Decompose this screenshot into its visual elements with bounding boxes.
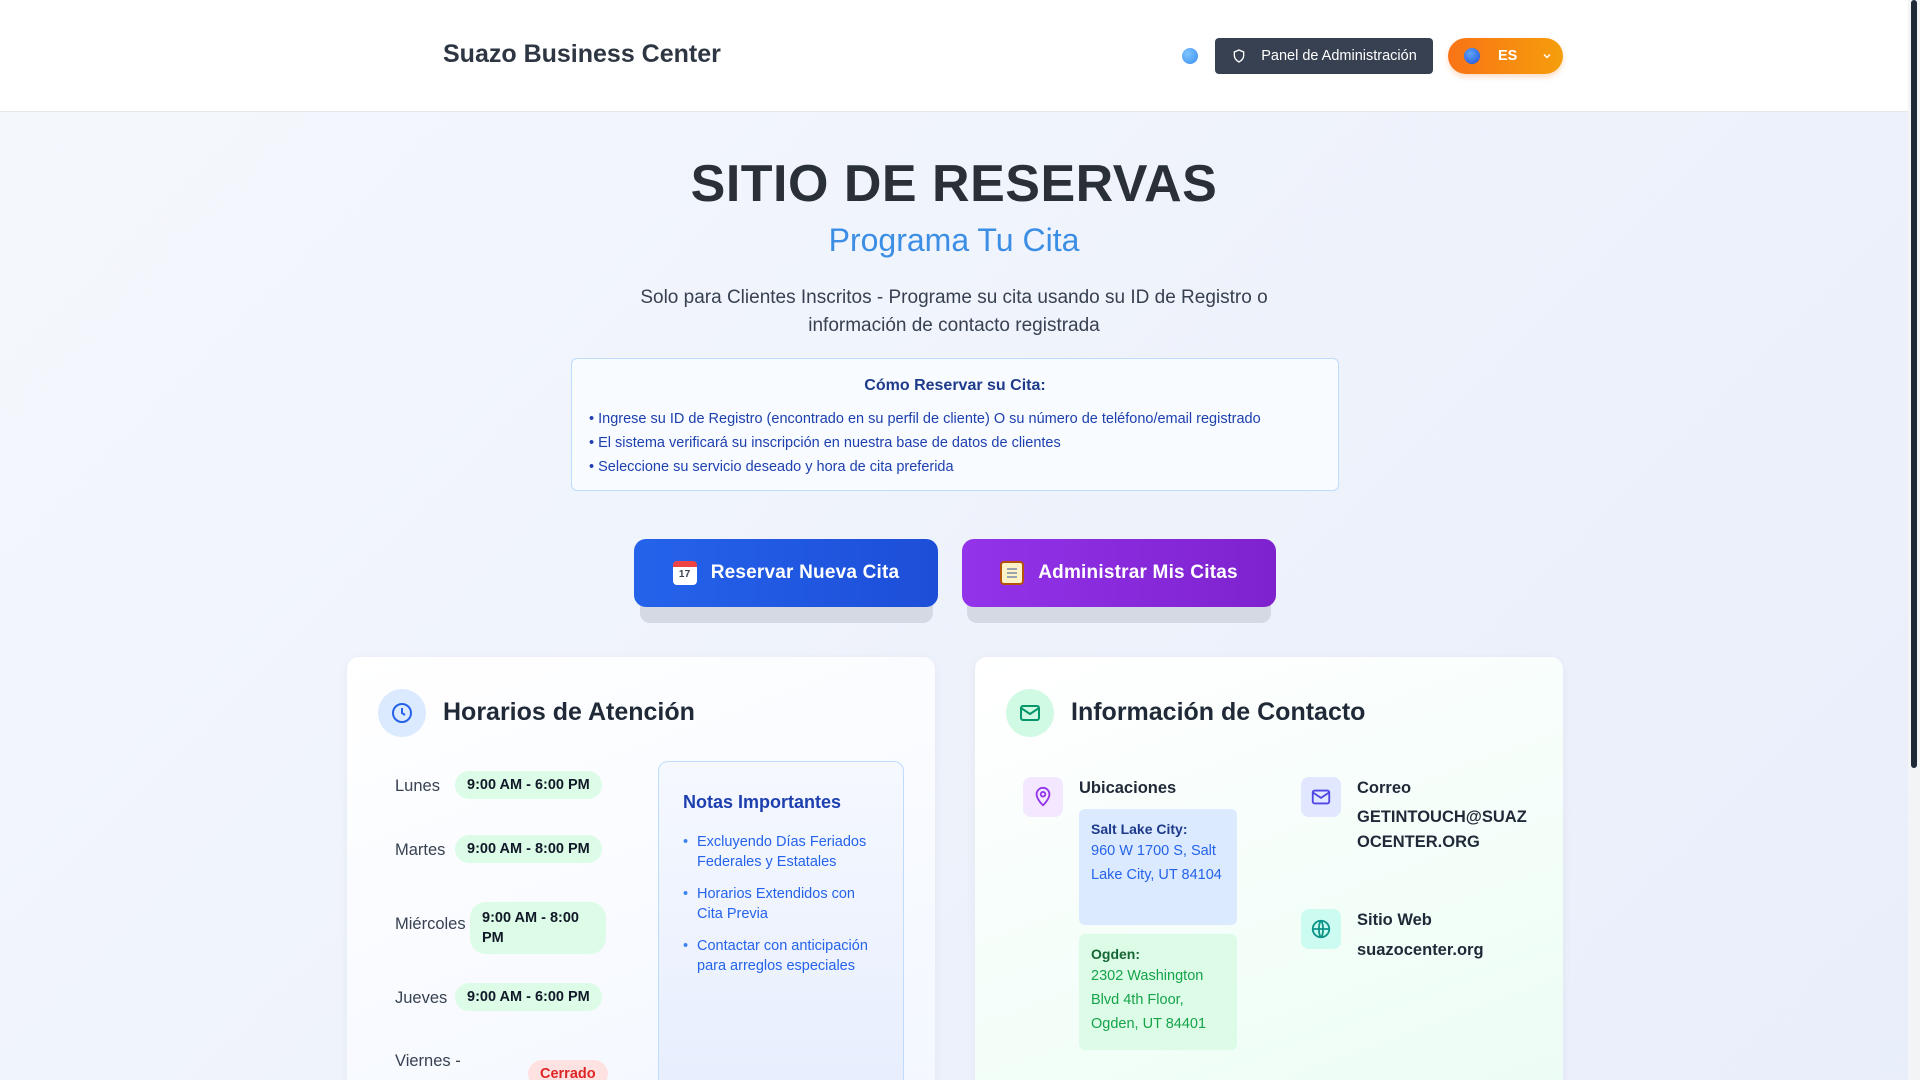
globe-icon [1464,48,1480,64]
email-link[interactable]: GETINTOUCH@SUAZOCENTER.ORG [1357,805,1527,855]
manage-button-label: Administrar Mis Citas [1038,562,1238,583]
location-salt-lake-city: Salt Lake City: 960 W 1700 S, Salt Lake … [1079,809,1237,925]
chevron-down-icon [1543,53,1551,59]
how-to-title: Cómo Reservar su Cita: [864,377,1046,394]
location-name: Ogden: [1091,946,1140,962]
reserve-button-label: Reservar Nueva Cita [710,562,900,583]
calendar-icon [672,561,697,585]
hours-day: Miércoles [395,915,466,933]
location-address: 960 W 1700 S, Salt Lake City, UT 84104 [1091,843,1222,883]
hours-closed-badge: Cerrado [528,1060,608,1080]
note-item: Contactar con anticipación para arreglos… [683,936,883,976]
how-to-book-box: Cómo Reservar su Cita: Ingrese su ID de … [571,358,1339,491]
page-description: Solo para Clientes Inscritos - Programe … [640,287,1268,336]
hours-time: 9:00 AM - 8:00 PM [455,835,602,863]
notes-title: Notas Importantes [683,792,842,812]
notes-list: Excluyendo Días Feriados Federales y Est… [683,832,883,988]
theme-toggle-icon[interactable] [1182,48,1198,64]
reserve-appointment-button[interactable]: Reservar Nueva Cita [634,539,938,607]
hours-time: 9:00 AM - 6:00 PM [455,983,602,1011]
hours-time: 9:00 AM - 6:00 PM [455,771,602,799]
contact-info-card: Información de Contacto Ubicaciones Salt… [975,657,1563,1080]
admin-panel-button[interactable]: Panel de Administración [1215,38,1433,74]
hours-day: Viernes - [395,1052,461,1070]
page-subtitle: Programa Tu Cita [828,222,1080,258]
contact-title: Información de Contacto [1071,698,1366,726]
hours-title: Horarios de Atención [443,698,695,726]
business-hours-card: Horarios de Atención Lunes 9:00 AM - 6:0… [347,657,935,1080]
website-link[interactable]: suazocenter.org [1357,938,1484,963]
note-item: Horarios Extendidos con Cita Previa [683,884,883,924]
page-title: SITIO DE RESERVAS [690,155,1218,213]
location-address: 2302 Washington Blvd 4th Floor, Ogden, U… [1091,968,1207,1032]
how-to-steps: Ingrese su ID de Registro (encontrado en… [589,407,1261,479]
location-ogden: Ogden: 2302 Washington Blvd 4th Floor, O… [1079,934,1237,1050]
how-to-step: El sistema verificará su inscripción en … [589,431,1261,455]
language-code: ES [1498,48,1518,64]
mail-icon [1301,777,1341,817]
locations-label: Ubicaciones [1079,779,1177,797]
clipboard-icon [1000,561,1025,585]
hours-day: Martes [395,841,446,859]
hours-day: Jueves [395,989,448,1007]
hours-day: Lunes [395,777,440,795]
admin-panel-label: Panel de Administración [1261,48,1417,64]
hours-time: 9:00 AM - 8:00 PM [470,902,606,954]
how-to-step: Ingrese su ID de Registro (encontrado en… [589,407,1261,431]
globe-icon [1301,909,1341,949]
clock-icon [378,689,426,737]
language-selector[interactable]: ES [1448,38,1563,74]
how-to-step: Seleccione su servicio deseado y hora de… [589,455,1261,479]
location-name: Salt Lake City: [1091,821,1188,837]
website-label: Sitio Web [1357,911,1432,929]
shield-icon [1233,49,1245,63]
scrollbar-thumb[interactable] [1911,0,1917,768]
important-notes-box: Notas Importantes Excluyendo Días Feriad… [658,761,904,1080]
manage-appointments-button[interactable]: Administrar Mis Citas [962,539,1276,607]
brand-name[interactable]: Suazo Business Center [443,40,721,69]
mail-icon [1006,689,1054,737]
email-label: Correo [1357,779,1412,797]
top-header: Suazo Business Center Panel de Administr… [0,0,1908,112]
note-item: Excluyendo Días Feriados Federales y Est… [683,832,883,872]
map-pin-icon [1023,777,1063,817]
